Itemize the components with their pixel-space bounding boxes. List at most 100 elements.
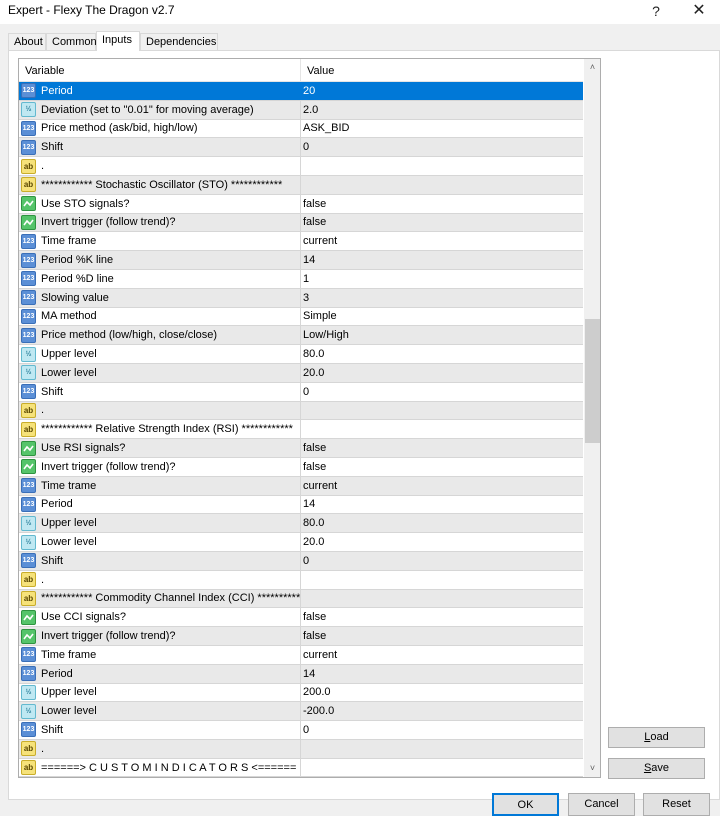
value-cell[interactable]: false [301,608,583,626]
table-row[interactable]: ab. [19,401,583,421]
table-row[interactable]: Use STO signals? false [19,194,583,214]
value-cell[interactable]: 1 [301,270,583,288]
table-row[interactable]: ab. [19,570,583,590]
scroll-up-arrow-icon[interactable]: ˄ [584,59,600,76]
tab-dependencies[interactable]: Dependencies [140,33,218,50]
column-header-variable[interactable]: Variable [19,59,301,82]
value-cell[interactable]: 20.0 [301,364,583,382]
tab-common[interactable]: Common [46,33,97,50]
scrollbar-thumb[interactable] [585,319,600,443]
table-row[interactable]: ½ Upper level 80.0 [19,345,583,364]
table-row[interactable]: ab ======> C U S T O M I N D I C A T O R … [19,758,583,777]
value-cell[interactable]: false [301,214,583,232]
scroll-down-arrow-icon[interactable]: ˅ [584,760,600,777]
save-button[interactable]: Save [608,758,705,779]
value-cell[interactable] [301,176,583,194]
table-row[interactable]: ½ Upper level 80.0 [19,514,583,534]
table-row[interactable]: ½ Lower level -200.0 [19,702,583,722]
table-row[interactable]: 123 MA method Simple [19,307,583,327]
value-cell[interactable]: 14 [301,665,583,683]
variable-cell: ½ Upper level [19,514,301,533]
value-cell[interactable]: 20 [301,82,583,100]
table-row[interactable]: ½ Lower level 20.0 [19,363,583,383]
variable-cell: ab ************ Relative Strength Index (… [19,420,301,439]
load-button[interactable]: Load [608,727,705,748]
close-button[interactable]: ✕ [681,0,717,24]
table-row[interactable]: ½ Deviation (set to "0.01" for moving ave… [19,100,583,120]
value-cell[interactable] [301,759,583,777]
table-row[interactable]: 123 Period 14 [19,495,583,515]
table-row[interactable]: 123 Shift 0 [19,721,583,740]
value-cell[interactable]: 200.0 [301,684,583,702]
integer-type-icon: 123 [21,647,36,663]
value-cell[interactable] [301,420,583,438]
value-cell[interactable]: Low/High [301,326,583,344]
value-cell[interactable]: current [301,477,583,495]
cancel-button[interactable]: Cancel [568,793,635,816]
table-row[interactable]: 123 Period %D line 1 [19,269,583,289]
value-cell[interactable]: false [301,627,583,645]
value-cell[interactable]: 2.0 [301,101,583,119]
variable-name: ************ Commodity Channel Index (CC… [41,592,301,605]
table-row[interactable]: 123 Time frame current [19,232,583,252]
table-row[interactable]: 123 Price method (low/high, close/close) L… [19,326,583,346]
table-row[interactable]: Use CCI signals? false [19,608,583,628]
value-cell[interactable]: Simple [301,308,583,326]
table-row[interactable]: ab ************ Stochastic Oscillator (ST… [19,175,583,195]
table-row[interactable]: ab ************ Commodity Channel Index (… [19,589,583,609]
table-row[interactable]: 123 Shift 0 [19,551,583,571]
table-row[interactable]: 123 Period 20 [19,82,583,101]
value-cell[interactable]: ASK_BID [301,120,583,138]
ok-button[interactable]: OK [492,793,559,816]
table-row[interactable]: 123 Price method (ask/bid, high/low) ASK_B… [19,119,583,139]
value-cell[interactable]: -200.0 [301,702,583,720]
table-row[interactable]: 123 Time trame current [19,476,583,496]
table-row[interactable]: 123 Time frame current [19,645,583,665]
integer-type-icon: 123 [21,120,36,136]
variable-cell: ½ Upper level [19,683,301,702]
value-cell[interactable]: 0 [301,552,583,570]
value-cell[interactable]: 3 [301,289,583,307]
value-cell[interactable] [301,157,583,175]
table-row[interactable]: 123 Slowing value 3 [19,288,583,308]
value-cell[interactable]: 80.0 [301,514,583,532]
table-row[interactable]: Use RSI signals? false [19,439,583,458]
value-cell[interactable]: current [301,646,583,664]
table-row[interactable]: Invert trigger (follow trend)? false [19,457,583,477]
value-cell[interactable]: false [301,439,583,457]
tab-about[interactable]: About [8,33,46,50]
table-row[interactable]: 123 Shift 0 [19,138,583,158]
vertical-scrollbar[interactable]: ˄ ˅ [584,59,600,777]
tab-inputs[interactable]: Inputs [96,31,140,51]
value-cell[interactable]: false [301,195,583,213]
value-cell[interactable]: current [301,232,583,250]
boolean-type-icon [21,440,36,456]
table-row[interactable]: ab ************ Relative Strength Index (… [19,420,583,440]
value-cell[interactable]: 20.0 [301,533,583,551]
value-cell[interactable]: 0 [301,383,583,401]
table-row[interactable]: 123 Period 14 [19,664,583,684]
value-cell[interactable]: false [301,458,583,476]
reset-button[interactable]: Reset [643,793,710,816]
column-header-value[interactable]: Value [301,59,583,82]
value-cell[interactable]: 80.0 [301,345,583,363]
integer-type-icon: 123 [21,290,36,306]
help-button[interactable]: ? [638,0,674,24]
variable-cell: 123 Price method (low/high, close/close) [19,326,301,345]
value-cell[interactable] [301,740,583,758]
value-cell[interactable]: 0 [301,721,583,739]
table-row[interactable]: Invert trigger (follow trend)? false [19,627,583,646]
value-cell[interactable] [301,571,583,589]
value-cell[interactable]: 14 [301,251,583,269]
value-cell[interactable]: 14 [301,496,583,514]
table-row[interactable]: ½ Lower level 20.0 [19,533,583,552]
value-cell[interactable]: 0 [301,138,583,156]
table-row[interactable]: ½ Upper level 200.0 [19,683,583,703]
value-cell[interactable] [301,590,583,608]
table-row[interactable]: 123 Period %K line 14 [19,251,583,270]
table-row[interactable]: Invert trigger (follow trend)? false [19,213,583,233]
table-row[interactable]: ab. [19,157,583,176]
table-row[interactable]: ab. [19,739,583,759]
value-cell[interactable] [301,402,583,420]
table-row[interactable]: 123 Shift 0 [19,382,583,402]
